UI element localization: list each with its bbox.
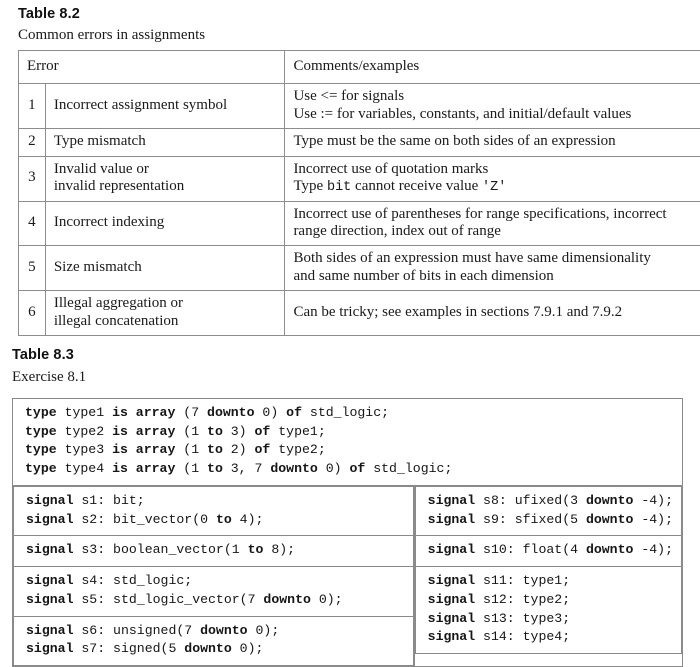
description-line: Invalid value or (54, 161, 278, 178)
comment-line: Type must be the same on both sides of a… (293, 133, 700, 150)
signal-group: signal s1: bit; signal s2: bit_vector(0 … (14, 486, 414, 535)
signal-group-cell: signal s8: ufixed(3 downto -4); signal s… (415, 486, 681, 535)
error-comment: Type must be the same on both sides of a… (285, 129, 700, 156)
table-82-label: Table 8.2 (18, 6, 80, 22)
type-declarations-cell: type type1 is array (7 downto 0) of std_… (13, 399, 683, 486)
table-82-caption: Common errors in assignments (18, 27, 205, 44)
code-line: signal s14: type4; (428, 628, 673, 647)
signals-left-pane: signal s1: bit; signal s2: bit_vector(0 … (13, 485, 415, 666)
error-number: 2 (19, 129, 46, 156)
description-line: Incorrect assignment symbol (54, 97, 278, 114)
error-comment: Incorrect use of quotation marks Type bi… (285, 156, 700, 201)
comment-line: Use := for variables, constants, and ini… (293, 106, 700, 123)
comment-line: Incorrect use of quotation marks (293, 161, 700, 178)
code-line: signal s7: signed(5 downto 0); (26, 640, 405, 659)
description-line: Illegal aggregation or (54, 295, 278, 312)
code-line: signal s13: type3; (428, 610, 673, 629)
signals-left-grid: signal s1: bit; signal s2: bit_vector(0 … (13, 486, 414, 666)
table-row: 3 Invalid value or invalid representatio… (19, 156, 700, 201)
code-line: signal s12: type2; (428, 591, 673, 610)
table-83-caption: Exercise 8.1 (12, 369, 86, 386)
signal-group: signal s8: ufixed(3 downto -4); signal s… (415, 486, 681, 535)
comment-line: range direction, index out of range (293, 223, 700, 240)
error-description: Incorrect assignment symbol (45, 84, 285, 129)
signal-declarations-row: signal s1: bit; signal s2: bit_vector(0 … (13, 485, 683, 666)
error-number: 1 (19, 84, 46, 129)
description-line: illegal concatenation (54, 313, 278, 330)
table-row: 4 Incorrect indexing Incorrect use of pa… (19, 201, 700, 246)
table-row: 1 Incorrect assignment symbol Use <= for… (19, 84, 700, 129)
code-line: signal s4: std_logic; (26, 572, 405, 591)
code-line: type type2 is array (1 to 3) of type1; (25, 423, 674, 442)
error-comment: Both sides of an expression must have sa… (285, 246, 700, 291)
error-comment: Use <= for signals Use := for variables,… (285, 84, 700, 129)
table-83-label: Table 8.3 (12, 347, 74, 363)
signal-group-cell: signal s10: float(4 downto -4); (415, 536, 681, 567)
signal-group-cell: signal s1: bit; signal s2: bit_vector(0 … (14, 486, 414, 535)
comment-line: Incorrect use of parentheses for range s… (293, 206, 700, 223)
table-row: 5 Size mismatch Both sides of an express… (19, 246, 700, 291)
code-line: signal s5: std_logic_vector(7 downto 0); (26, 591, 405, 610)
table-82: Error Comments/examples 1 Incorrect assi… (18, 50, 700, 336)
signal-group: signal s3: boolean_vector(1 to 8); (14, 536, 414, 567)
error-description: Incorrect indexing (45, 201, 285, 246)
table-header-row: Error Comments/examples (19, 51, 700, 84)
signal-group: signal s6: unsigned(7 downto 0); signal … (14, 616, 414, 665)
comment-line: Can be tricky; see examples in sections … (293, 304, 700, 321)
error-comment: Incorrect use of parentheses for range s… (285, 201, 700, 246)
error-number: 6 (19, 291, 46, 336)
signals-right-grid: signal s8: ufixed(3 downto -4); signal s… (415, 486, 682, 654)
comment-line: and same number of bits in each dimensio… (293, 268, 700, 285)
signal-group: signal s4: std_logic; signal s5: std_log… (14, 567, 414, 616)
table-row: 2 Type mismatch Type must be the same on… (19, 129, 700, 156)
mono-token: 'Z' (482, 180, 506, 195)
description-line: invalid representation (54, 178, 278, 195)
type-declarations-row: type type1 is array (7 downto 0) of std_… (13, 399, 683, 486)
signal-group-cell: signal s6: unsigned(7 downto 0); signal … (14, 616, 414, 665)
table-82-body: 1 Incorrect assignment symbol Use <= for… (19, 84, 700, 336)
signal-group-cell: signal s4: std_logic; signal s5: std_log… (14, 567, 414, 616)
error-number: 3 (19, 156, 46, 201)
code-line: type type4 is array (1 to 3, 7 downto 0)… (25, 460, 674, 479)
code-line: signal s1: bit; (26, 492, 405, 511)
mono-token: bit (327, 180, 351, 195)
description-line: Type mismatch (54, 133, 278, 150)
column-header-comments: Comments/examples (285, 51, 700, 84)
error-description: Invalid value or invalid representation (45, 156, 285, 201)
signals-right-pane: signal s8: ufixed(3 downto -4); signal s… (414, 485, 682, 666)
error-comment: Can be tricky; see examples in sections … (285, 291, 700, 336)
signal-group: signal s10: float(4 downto -4); (415, 536, 681, 567)
error-number: 4 (19, 201, 46, 246)
code-line: signal s10: float(4 downto -4); (428, 541, 673, 560)
code-line: signal s8: ufixed(3 downto -4); (428, 492, 673, 511)
error-description: Size mismatch (45, 246, 285, 291)
code-line: signal s11: type1; (428, 572, 673, 591)
description-line: Incorrect indexing (54, 214, 278, 231)
signal-group: signal s11: type1; signal s12: type2; si… (415, 567, 681, 654)
signal-group-cell: signal s3: boolean_vector(1 to 8); (14, 536, 414, 567)
comment-line: Use <= for signals (293, 88, 700, 105)
error-number: 5 (19, 246, 46, 291)
table-83: type type1 is array (7 downto 0) of std_… (12, 398, 683, 667)
code-line: signal s3: boolean_vector(1 to 8); (26, 541, 405, 560)
signal-group-cell: signal s11: type1; signal s12: type2; si… (415, 567, 681, 654)
error-description: Illegal aggregation or illegal concatena… (45, 291, 285, 336)
column-header-error: Error (19, 51, 285, 84)
code-line: signal s6: unsigned(7 downto 0); (26, 622, 405, 641)
code-line: type type3 is array (1 to 2) of type2; (25, 441, 674, 460)
code-line: signal s2: bit_vector(0 to 4); (26, 511, 405, 530)
comment-line-mono: Type bit cannot receive value 'Z' (293, 178, 700, 196)
table-row: 6 Illegal aggregation or illegal concate… (19, 291, 700, 336)
table-82-header: Error Comments/examples (19, 51, 700, 84)
code-line: signal s9: sfixed(5 downto -4); (428, 511, 673, 530)
comment-line: Both sides of an expression must have sa… (293, 250, 700, 267)
error-description: Type mismatch (45, 129, 285, 156)
code-line: type type1 is array (7 downto 0) of std_… (25, 404, 674, 423)
description-line: Size mismatch (54, 259, 278, 276)
